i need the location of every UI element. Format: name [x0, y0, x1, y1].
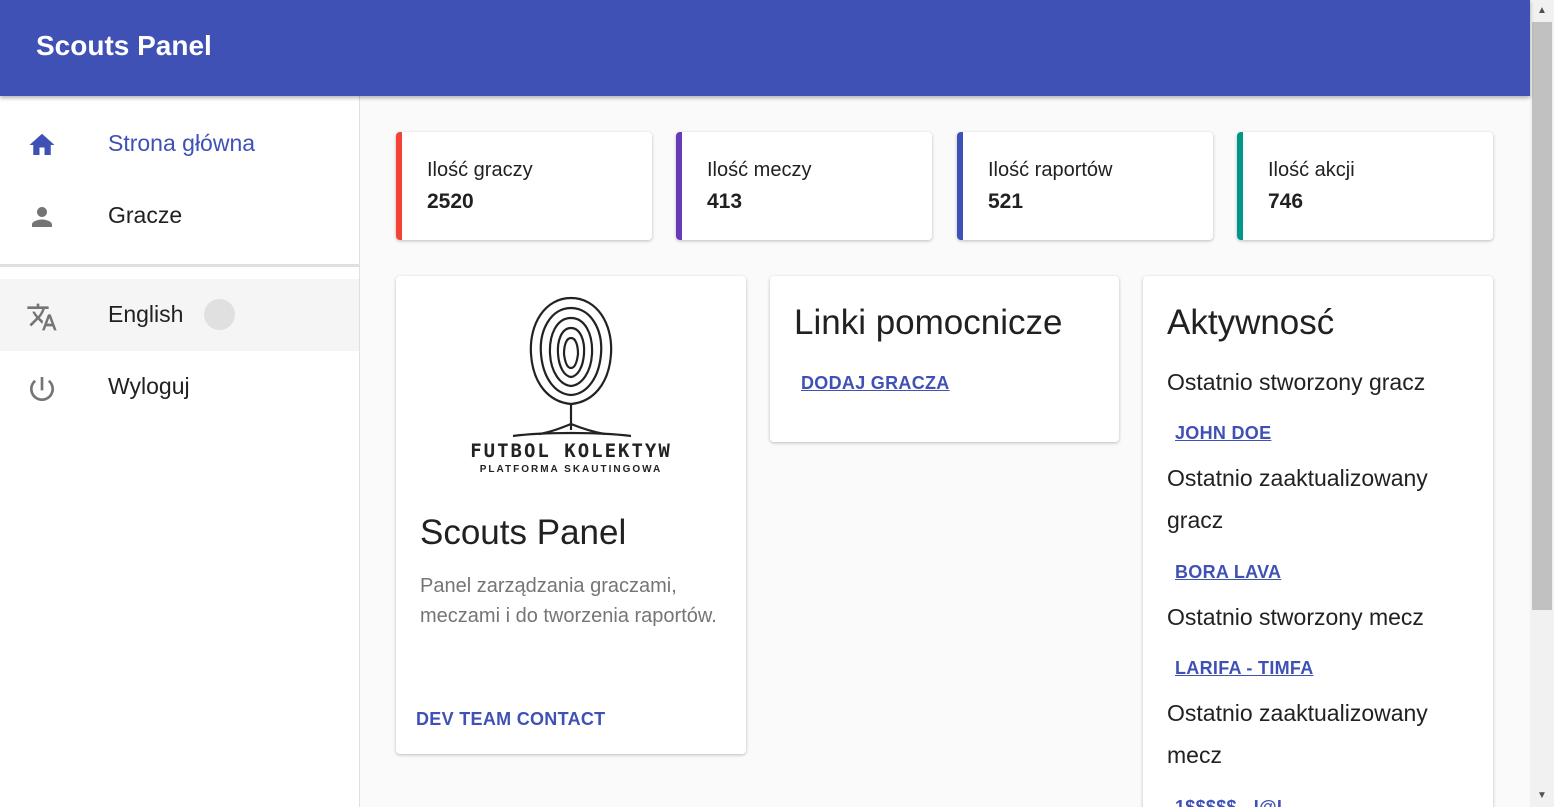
activity-card: Aktywnosć Ostatnio stworzony gracz JOHN …	[1143, 276, 1493, 807]
stat-title: Ilość graczy	[427, 159, 533, 181]
about-title: Scouts Panel	[420, 513, 627, 552]
home-icon	[24, 130, 60, 160]
sidebar-item-language[interactable]: English	[0, 279, 359, 351]
activity-link[interactable]: LARIFA - TIMFA	[1175, 658, 1314, 679]
stat-accent-bar	[1237, 132, 1243, 240]
fingerprint-tree-icon	[512, 296, 632, 438]
links-title: Linki pomocnicze	[794, 303, 1063, 342]
stat-accent-bar	[676, 132, 682, 240]
power-icon	[24, 373, 60, 403]
sidebar-item-label: Strona główna	[108, 130, 256, 156]
scrollbar-thumb[interactable]	[1532, 22, 1552, 610]
stat-value: 2520	[427, 190, 474, 213]
scroll-down-arrow-icon[interactable]: ▼	[1530, 787, 1554, 805]
stat-value: 521	[988, 190, 1024, 213]
person-icon	[24, 202, 60, 232]
logo-title: FUTBOL KOLEKTYW	[470, 440, 672, 462]
logo-subtitle: PLATFORMA SKAUTINGOWA	[479, 464, 663, 475]
app-title: Scouts Panel	[36, 30, 212, 61]
about-description: Panel zarządzania graczami, meczami i do…	[420, 575, 717, 627]
stat-title: Ilość akcji	[1268, 159, 1355, 181]
stat-card-players: Ilość graczy 2520	[396, 132, 652, 240]
sidebar-item-label: Wyloguj	[108, 373, 190, 399]
scroll-up-arrow-icon[interactable]: ▲	[1530, 2, 1554, 20]
sidebar: Strona główna Gracze English Wyloguj	[0, 96, 360, 807]
stat-card-matches: Ilość meczy 413	[676, 132, 932, 240]
futbol-kolektyw-logo: FUTBOL KOLEKTYW PLATFORMA SKAUTINGOWA	[453, 284, 689, 480]
translate-icon	[24, 301, 60, 331]
about-card: FUTBOL KOLEKTYW PLATFORMA SKAUTINGOWA Sc…	[396, 276, 746, 754]
sidebar-item-players[interactable]: Gracze	[0, 180, 359, 252]
activity-label: Ostatnio zaaktualizowany mecz	[1167, 700, 1428, 768]
links-card: Linki pomocnicze DODAJ GRACZA	[770, 276, 1119, 442]
stat-title: Ilość meczy	[707, 159, 812, 181]
sidebar-item-label: English	[108, 301, 184, 327]
stat-card-reports: Ilość raportów 521	[957, 132, 1213, 240]
app-bar: Scouts Panel	[0, 0, 1530, 96]
activity-label: Ostatnio zaaktualizowany gracz	[1167, 465, 1428, 533]
activity-label: Ostatnio stworzony mecz	[1167, 604, 1424, 630]
sidebar-item-home[interactable]: Strona główna	[0, 108, 359, 180]
dev-team-contact-button[interactable]: DEV TEAM CONTACT	[416, 709, 605, 730]
stat-card-actions: Ilość akcji 746	[1237, 132, 1493, 240]
activity-link[interactable]: 1$$$$$ - I@I	[1175, 797, 1282, 807]
sidebar-divider	[0, 264, 359, 267]
activity-link[interactable]: BORA LAVA	[1175, 562, 1281, 583]
sidebar-item-label: Gracze	[108, 202, 183, 228]
scrollbar[interactable]: ▲ ▼	[1530, 0, 1554, 807]
add-player-link[interactable]: DODAJ GRACZA	[801, 373, 950, 394]
language-toggle[interactable]	[204, 299, 235, 330]
stat-accent-bar	[396, 132, 402, 240]
sidebar-item-logout[interactable]: Wyloguj	[0, 351, 359, 423]
activity-label: Ostatnio stworzony gracz	[1167, 369, 1426, 395]
stat-accent-bar	[957, 132, 963, 240]
stat-value: 413	[707, 190, 743, 213]
activity-link[interactable]: JOHN DOE	[1175, 423, 1271, 444]
stat-value: 746	[1268, 190, 1304, 213]
stat-title: Ilość raportów	[988, 159, 1113, 181]
activity-title: Aktywnosć	[1167, 303, 1335, 342]
